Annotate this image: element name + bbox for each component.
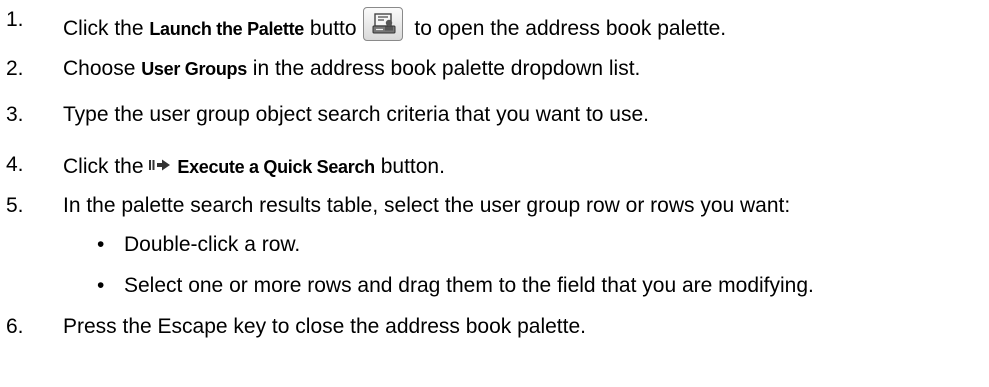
step-text: Type the user group object search criter… bbox=[63, 103, 649, 126]
step-text: Click the Execute a Quick Search button. bbox=[63, 152, 445, 180]
step-text-prefix: Click the bbox=[63, 155, 150, 178]
step-number: 4. bbox=[6, 153, 24, 176]
bullet-icon: • bbox=[97, 274, 105, 297]
step-text-prefix: Choose bbox=[63, 57, 142, 80]
step-text-suffix: button. bbox=[374, 155, 445, 178]
step-number: 3. bbox=[6, 103, 24, 126]
execute-quick-search-icon[interactable] bbox=[149, 152, 171, 178]
launch-palette-button[interactable] bbox=[362, 7, 403, 41]
step-text: In the palette search results table, sel… bbox=[63, 194, 791, 217]
step-text: Choose User Groups in the address book p… bbox=[63, 56, 640, 82]
step-text-middle: butto bbox=[304, 17, 357, 40]
bullet-icon: • bbox=[97, 233, 105, 256]
step-text-suffix: in the address book palette dropdown lis… bbox=[246, 57, 641, 80]
step-text-prefix: Click the bbox=[63, 17, 150, 40]
bullet-text: Select one or more rows and drag them to… bbox=[124, 274, 814, 297]
ui-term-execute-a-quick-search: Execute a Quick Search bbox=[177, 157, 375, 177]
step-text: Press the Escape key to close the addres… bbox=[63, 315, 586, 338]
step-number: 6. bbox=[6, 315, 24, 338]
step-text: Click the Launch the Palette butto to op… bbox=[63, 7, 726, 42]
step-number: 1. bbox=[6, 8, 24, 31]
ui-term-user-groups: User Groups bbox=[141, 59, 247, 79]
ui-term-launch-the-palette: Launch the Palette bbox=[149, 19, 304, 39]
step-number: 5. bbox=[6, 194, 24, 217]
step-text-suffix: to open the address book palette. bbox=[408, 17, 727, 40]
launch-palette-icon bbox=[372, 13, 396, 34]
step-number: 2. bbox=[6, 57, 24, 80]
bullet-text: Double-click a row. bbox=[124, 233, 301, 256]
